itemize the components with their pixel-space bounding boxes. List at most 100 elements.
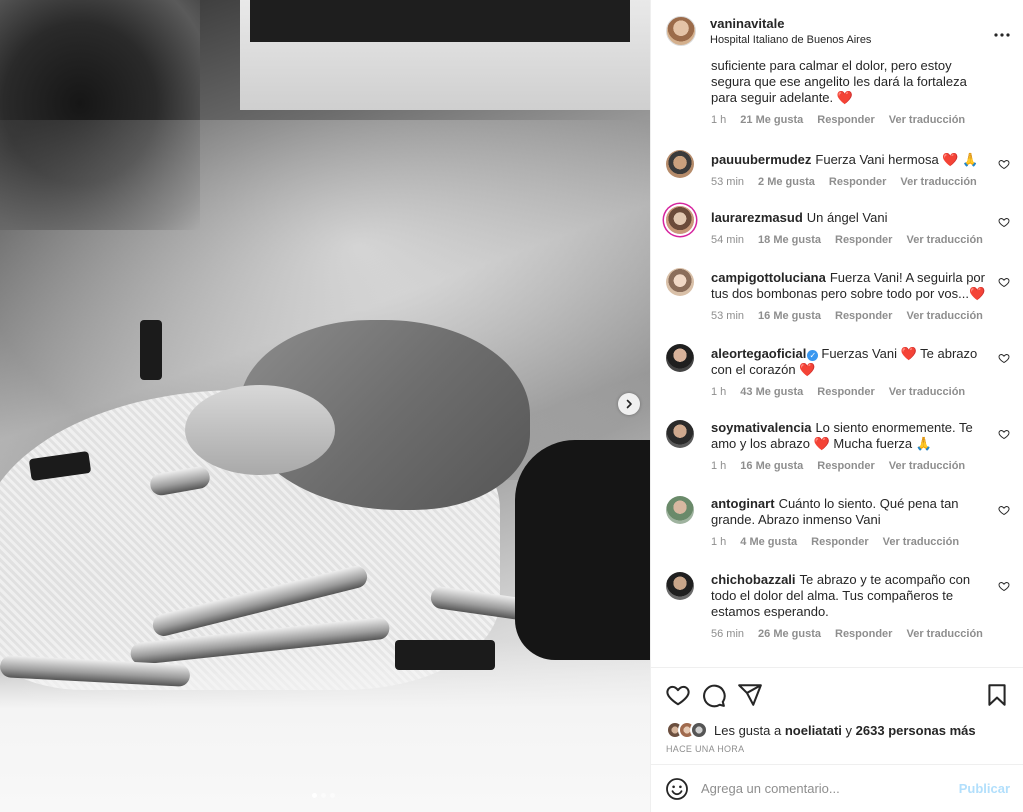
comment-time[interactable]: 1 h xyxy=(711,460,726,472)
carousel-next-button[interactable] xyxy=(618,393,640,415)
comment-text: suficiente para calmar el dolor, pero es… xyxy=(711,58,967,105)
carousel-dot xyxy=(321,793,326,798)
author-avatar[interactable] xyxy=(666,16,696,46)
comment-meta: 1 h 4 Me gusta Responder Ver traducción xyxy=(711,536,991,548)
reply-button[interactable]: Responder xyxy=(835,310,892,322)
comment-message: Un ángel Vani xyxy=(806,210,888,225)
paper-plane-icon[interactable] xyxy=(737,682,763,708)
more-options-button[interactable] xyxy=(994,21,1010,42)
commenter-username[interactable]: antoginart xyxy=(711,496,775,511)
comment-text: antoginart Cuánto lo siento. Qué pena tan… xyxy=(711,496,991,528)
comment-time[interactable]: 53 min xyxy=(711,176,744,188)
liker-avatar xyxy=(690,721,708,739)
translate-button[interactable]: Ver traducción xyxy=(883,536,959,548)
comment-time[interactable]: 1 h xyxy=(711,114,726,126)
likes-summary[interactable]: Les gusta a noeliatati y 2633 personas m… xyxy=(666,721,976,739)
commenter-username[interactable]: soymativalencia xyxy=(711,420,811,435)
comment-likes[interactable]: 43 Me gusta xyxy=(740,386,803,398)
translate-button[interactable]: Ver traducción xyxy=(906,628,982,640)
comment-likes[interactable]: 4 Me gusta xyxy=(740,536,797,548)
smiley-face-icon[interactable] xyxy=(665,777,689,801)
translate-button[interactable]: Ver traducción xyxy=(889,386,965,398)
photo-baby-hand xyxy=(185,385,335,475)
like-comment-heart-icon[interactable] xyxy=(998,216,1010,228)
add-comment-bar: Publicar xyxy=(651,764,1023,812)
post-location[interactable]: Hospital Italiano de Buenos Aires xyxy=(710,34,994,46)
commenter-avatar[interactable] xyxy=(666,150,694,178)
comment-text: laurarezmasud Un ángel Vani xyxy=(711,210,991,226)
post-timestamp[interactable]: HACE UNA HORA xyxy=(666,744,744,754)
photo-connector xyxy=(395,640,495,670)
comment-time[interactable]: 1 h xyxy=(711,386,726,398)
comment-meta: 1 h 21 Me gusta Responder Ver traducción xyxy=(711,114,991,126)
translate-button[interactable]: Ver traducción xyxy=(889,460,965,472)
reply-button[interactable]: Responder xyxy=(811,536,868,548)
comment-message: Fuerza Vani hermosa ❤️ 🙏 xyxy=(815,152,979,167)
commenter-username[interactable]: pauuubermudez xyxy=(711,152,811,167)
like-comment-heart-icon[interactable] xyxy=(998,276,1010,288)
bookmark-icon[interactable] xyxy=(984,682,1010,708)
photo-window-frame xyxy=(250,0,630,42)
translate-button[interactable]: Ver traducción xyxy=(900,176,976,188)
commenter-avatar[interactable] xyxy=(666,572,694,600)
more-horizontal-icon xyxy=(994,32,1010,37)
like-comment-heart-icon[interactable] xyxy=(998,580,1010,592)
comment-meta: 1 h 43 Me gusta Responder Ver traducción xyxy=(711,386,991,398)
comment-likes[interactable]: 21 Me gusta xyxy=(740,114,803,126)
commenter-avatar[interactable] xyxy=(666,344,694,372)
post-photo[interactable] xyxy=(0,0,650,812)
comment-time[interactable]: 56 min xyxy=(711,628,744,640)
comment-likes[interactable]: 16 Me gusta xyxy=(758,310,821,322)
comment-likes[interactable]: 2 Me gusta xyxy=(758,176,815,188)
comment-text: chichobazzali Te abrazo y te acompaño con… xyxy=(711,572,991,620)
liker-avatars xyxy=(666,721,708,739)
comment-text: pauuubermudez Fuerza Vani hermosa ❤️ 🙏 xyxy=(711,152,991,168)
comment-meta: 53 min 16 Me gusta Responder Ver traducc… xyxy=(711,310,991,322)
carousel-dot xyxy=(330,793,335,798)
like-comment-heart-icon[interactable] xyxy=(998,504,1010,516)
instagram-post-modal: vaninavitale Hospital Italiano de Buenos… xyxy=(0,0,1023,812)
translate-button[interactable]: Ver traducción xyxy=(906,234,982,246)
publish-button[interactable]: Publicar xyxy=(959,781,1010,796)
like-comment-heart-icon[interactable] xyxy=(998,158,1010,170)
like-comment-heart-icon[interactable] xyxy=(998,428,1010,440)
photo-connector xyxy=(140,320,162,380)
reply-button[interactable]: Responder xyxy=(835,234,892,246)
chevron-right-icon xyxy=(626,399,632,409)
commenter-avatar[interactable] xyxy=(666,268,694,296)
commenter-avatar[interactable] xyxy=(666,496,694,524)
commenter-avatar[interactable] xyxy=(666,206,694,234)
likes-others[interactable]: 2633 personas más xyxy=(856,723,976,738)
comments-list[interactable]: suficiente para calmar el dolor, pero es… xyxy=(651,54,1023,667)
reply-button[interactable]: Responder xyxy=(817,114,874,126)
comment-likes[interactable]: 18 Me gusta xyxy=(758,234,821,246)
author-username[interactable]: vaninavitale xyxy=(710,16,994,31)
reply-button[interactable]: Responder xyxy=(835,628,892,640)
likes-prefix: Les gusta a xyxy=(714,722,782,738)
comment-time[interactable]: 54 min xyxy=(711,234,744,246)
liker-username[interactable]: noeliatati xyxy=(785,723,842,738)
reply-button[interactable]: Responder xyxy=(817,386,874,398)
commenter-avatar[interactable] xyxy=(666,420,694,448)
comment-likes[interactable]: 16 Me gusta xyxy=(740,460,803,472)
comment-input[interactable] xyxy=(701,781,959,796)
translate-button[interactable]: Ver traducción xyxy=(906,310,982,322)
comment-time[interactable]: 53 min xyxy=(711,310,744,322)
commenter-username[interactable]: aleortegaoficial xyxy=(711,346,806,361)
commenter-username[interactable]: campigottoluciana xyxy=(711,270,826,285)
commenter-username[interactable]: laurarezmasud xyxy=(711,210,803,225)
verified-badge-icon: ✓ xyxy=(807,350,819,361)
comment-body: laurarezmasud Un ángel Vani 54 min 18 Me … xyxy=(711,210,991,246)
translate-button[interactable]: Ver traducción xyxy=(889,114,965,126)
like-comment-heart-icon[interactable] xyxy=(998,352,1010,364)
comment-bubble-icon[interactable] xyxy=(701,682,727,708)
post-header: vaninavitale Hospital Italiano de Buenos… xyxy=(651,0,1023,62)
comment-likes[interactable]: 26 Me gusta xyxy=(758,628,821,640)
comment-time[interactable]: 1 h xyxy=(711,536,726,548)
heart-outline-icon[interactable] xyxy=(665,682,691,708)
commenter-username[interactable]: chichobazzali xyxy=(711,572,796,587)
reply-button[interactable]: Responder xyxy=(817,460,874,472)
carousel-indicator xyxy=(312,793,335,798)
post-side-panel: vaninavitale Hospital Italiano de Buenos… xyxy=(650,0,1023,812)
reply-button[interactable]: Responder xyxy=(829,176,886,188)
